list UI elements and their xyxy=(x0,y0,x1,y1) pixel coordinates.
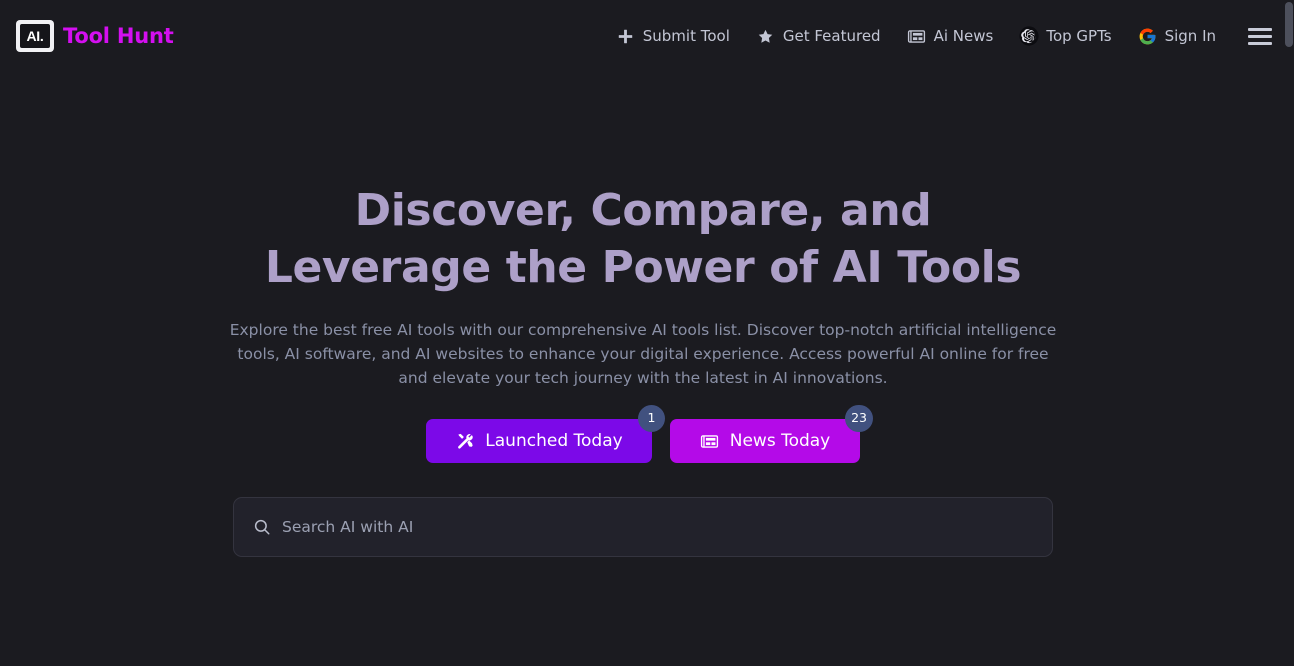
nav-item-top-gpts[interactable]: Top GPTs xyxy=(1019,26,1112,46)
newspaper-icon xyxy=(700,432,719,451)
news-today-badge: 23 xyxy=(845,405,873,432)
nav-item-sign-in[interactable]: Sign In xyxy=(1138,26,1216,46)
hamburger-bar xyxy=(1248,27,1272,31)
launched-today-label: Launched Today xyxy=(485,431,623,451)
main-nav: Submit Tool Get Featured Ai News Top GPT… xyxy=(616,26,1286,46)
nav-item-ai-news[interactable]: Ai News xyxy=(907,26,994,46)
nav-item-label: Get Featured xyxy=(782,27,881,45)
nav-item-label: Sign In xyxy=(1164,27,1216,45)
search-input[interactable] xyxy=(282,518,1034,536)
launched-today-badge: 1 xyxy=(638,405,665,432)
plus-icon xyxy=(616,26,636,46)
tools-icon xyxy=(455,432,474,451)
news-today-button[interactable]: News Today 23 xyxy=(670,405,873,463)
hero-section: Discover, Compare, and Leverage the Powe… xyxy=(0,72,1286,666)
ai-logo-text: AI. xyxy=(20,24,50,48)
nav-item-label: Submit Tool xyxy=(642,27,730,45)
nav-item-label: Top GPTs xyxy=(1046,27,1112,45)
ai-logo-icon: AI. xyxy=(16,20,54,52)
hamburger-menu-icon[interactable] xyxy=(1248,27,1272,45)
hero-description: Explore the best free AI tools with our … xyxy=(229,321,1057,387)
cta-button-row: Launched Today 1 News Today 23 xyxy=(426,405,873,463)
newspaper-icon xyxy=(907,26,927,46)
search-icon xyxy=(252,517,272,537)
star-icon xyxy=(756,26,776,46)
page-title: Discover, Compare, and Leverage the Powe… xyxy=(264,185,1022,293)
nav-item-submit-tool[interactable]: Submit Tool xyxy=(616,26,730,46)
news-today-label: News Today xyxy=(729,431,831,451)
page-scrollbar-thumb[interactable] xyxy=(1285,2,1293,47)
hamburger-bar xyxy=(1248,34,1272,38)
hamburger-bar xyxy=(1248,41,1272,45)
site-header: AI. Tool Hunt Submit Tool Get Featured A… xyxy=(0,0,1286,72)
search-bar[interactable] xyxy=(233,497,1053,557)
openai-icon xyxy=(1019,26,1039,46)
nav-item-get-featured[interactable]: Get Featured xyxy=(756,26,881,46)
page-scrollbar-track[interactable] xyxy=(1285,0,1294,666)
google-icon xyxy=(1138,26,1158,46)
brand-name: Tool Hunt xyxy=(63,24,174,48)
brand-logo-link[interactable]: AI. Tool Hunt xyxy=(16,20,174,52)
nav-item-label: Ai News xyxy=(933,27,994,45)
launched-today-button[interactable]: Launched Today 1 xyxy=(426,405,665,463)
